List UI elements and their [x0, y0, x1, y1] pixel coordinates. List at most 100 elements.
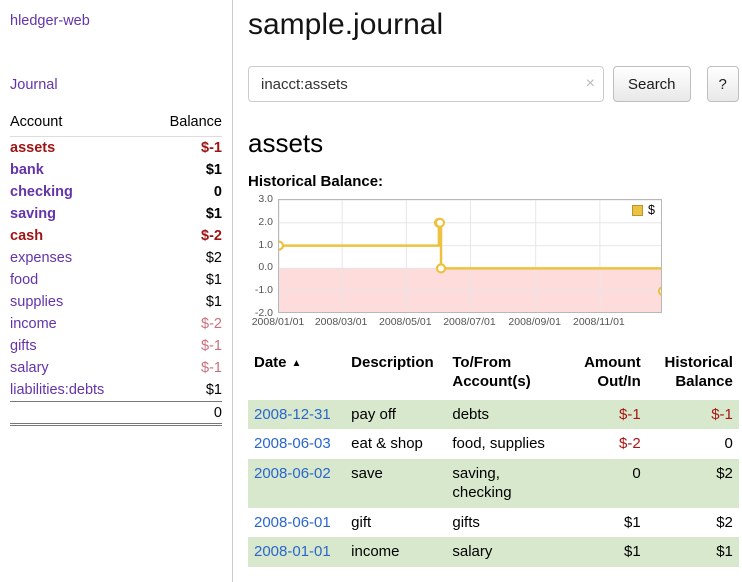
column-header-amount: Amount Out/In [564, 350, 647, 400]
account-link-assets[interactable]: assets [10, 140, 55, 156]
chart-plot-area: $ [278, 199, 662, 313]
account-balance: $1 [146, 269, 222, 291]
transaction-description: pay off [345, 400, 446, 430]
transaction-description: gift [345, 508, 446, 538]
account-balance: $1 [146, 379, 222, 402]
chart-canvas [279, 200, 662, 313]
transaction-balance: $1 [647, 537, 739, 567]
account-row: gifts $-1 [10, 335, 222, 357]
account-balance: $-1 [146, 357, 222, 379]
transaction-accounts: gifts [446, 508, 563, 538]
transaction-row: 2008-12-31 pay off debts $-1 $-1 [248, 400, 739, 430]
transaction-accounts: salary [446, 537, 563, 567]
transaction-date-link[interactable]: 2008-12-31 [254, 406, 331, 423]
account-link-bank[interactable]: bank [10, 162, 44, 178]
account-balance: $-1 [146, 137, 222, 160]
account-row: supplies $1 [10, 291, 222, 313]
account-link-food[interactable]: food [10, 272, 38, 288]
account-row: income $-2 [10, 313, 222, 335]
account-balance: $1 [146, 203, 222, 225]
transaction-date-link[interactable]: 2008-06-02 [254, 465, 331, 482]
account-row: checking 0 [10, 181, 222, 203]
transaction-amount: $1 [564, 537, 647, 567]
x-tick-label: 2008/01/01 [252, 316, 305, 328]
transaction-description: income [345, 537, 446, 567]
accounts-total-balance: 0 [146, 402, 222, 425]
sort-ascending-icon: ▲ [292, 358, 302, 369]
account-link-cash[interactable]: cash [10, 228, 43, 244]
account-balance: 0 [146, 181, 222, 203]
account-balance: $1 [146, 291, 222, 313]
transaction-description: save [345, 459, 446, 508]
account-balance: $-2 [146, 225, 222, 247]
account-balance: $-1 [146, 335, 222, 357]
y-tick-label: 3.0 [258, 193, 273, 205]
hledger-web-app: hledger-web Journal Account Balance asse… [0, 0, 742, 582]
account-row: liabilities:debts $1 [10, 379, 222, 402]
account-balance: $-2 [146, 313, 222, 335]
transaction-row: 2008-06-02 save saving, checking 0 $2 [248, 459, 739, 508]
transaction-amount: $-2 [564, 429, 647, 459]
app-title-link[interactable]: hledger-web [10, 13, 90, 29]
accounts-header-balance: Balance [146, 110, 222, 137]
account-link-salary[interactable]: salary [10, 360, 49, 376]
column-header-historical-balance: Historical Balance [647, 350, 739, 400]
transaction-amount: $1 [564, 508, 647, 538]
account-link-income[interactable]: income [10, 316, 57, 332]
x-tick-label: 2008/05/01 [379, 316, 432, 328]
account-row: cash $-2 [10, 225, 222, 247]
transaction-amount: $-1 [564, 400, 647, 430]
transaction-amount: 0 [564, 459, 647, 508]
accounts-header-account: Account [10, 110, 146, 137]
sidebar: hledger-web Journal Account Balance asse… [0, 0, 233, 582]
search-form: × Search ? [248, 66, 739, 102]
transaction-description: eat & shop [345, 429, 446, 459]
account-row: expenses $2 [10, 247, 222, 269]
transaction-accounts: debts [446, 400, 563, 430]
account-balance: $2 [146, 247, 222, 269]
search-input[interactable] [248, 66, 604, 102]
account-row: food $1 [10, 269, 222, 291]
account-link-gifts[interactable]: gifts [10, 338, 37, 354]
transaction-date-link[interactable]: 2008-01-01 [254, 543, 331, 560]
column-header-description: Description [345, 350, 446, 400]
account-link-expenses[interactable]: expenses [10, 250, 72, 266]
help-button[interactable]: ? [707, 66, 739, 102]
chart-legend: $ [628, 202, 659, 218]
transaction-row: 2008-06-01 gift gifts $1 $2 [248, 508, 739, 538]
transaction-balance: $2 [647, 459, 739, 508]
search-button[interactable]: Search [613, 66, 691, 102]
transaction-balance: $-1 [647, 400, 739, 430]
transaction-date-link[interactable]: 2008-06-03 [254, 435, 331, 452]
clear-icon[interactable]: × [586, 76, 595, 92]
y-tick-label: 0.0 [258, 261, 273, 273]
balance-chart: 3.02.01.00.0-1.0-2.0 $ [248, 199, 662, 313]
y-tick-label: -1.0 [255, 284, 273, 296]
transaction-row: 2008-06-03 eat & shop food, supplies $-2… [248, 429, 739, 459]
transaction-balance: 0 [647, 429, 739, 459]
column-header-date[interactable]: Date ▲ [248, 350, 345, 400]
page-title: sample.journal [248, 8, 739, 42]
account-link-supplies[interactable]: supplies [10, 294, 63, 310]
x-tick-label: 2008/03/01 [315, 316, 368, 328]
transaction-date-link[interactable]: 2008-06-01 [254, 514, 331, 531]
main-content: sample.journal × Search ? assets Histori… [233, 0, 742, 582]
account-link-checking[interactable]: checking [10, 184, 73, 200]
chart-y-axis: 3.02.01.00.0-1.0-2.0 [248, 199, 278, 313]
legend-label: $ [648, 203, 655, 217]
accounts-table: Account Balance assets $-1 bank $1 check… [10, 110, 222, 426]
date-header-label: Date [254, 354, 287, 371]
account-row: salary $-1 [10, 357, 222, 379]
sidebar-item-journal[interactable]: Journal [10, 77, 58, 93]
y-tick-label: 1.0 [258, 239, 273, 251]
account-link-liabilities-debts[interactable]: liabilities:debts [10, 382, 104, 398]
x-tick-label: 2008/11/01 [573, 316, 625, 328]
column-header-tofrom-accounts: To/From Account(s) [446, 350, 563, 400]
account-row: bank $1 [10, 159, 222, 181]
transaction-balance: $2 [647, 508, 739, 538]
transaction-row: 2008-01-01 income salary $1 $1 [248, 537, 739, 567]
transactions-table: Date ▲ Description To/From Account(s) Amo… [248, 350, 739, 567]
transaction-accounts: saving, checking [446, 459, 563, 508]
y-tick-label: 2.0 [258, 216, 273, 228]
account-link-saving[interactable]: saving [10, 206, 56, 222]
